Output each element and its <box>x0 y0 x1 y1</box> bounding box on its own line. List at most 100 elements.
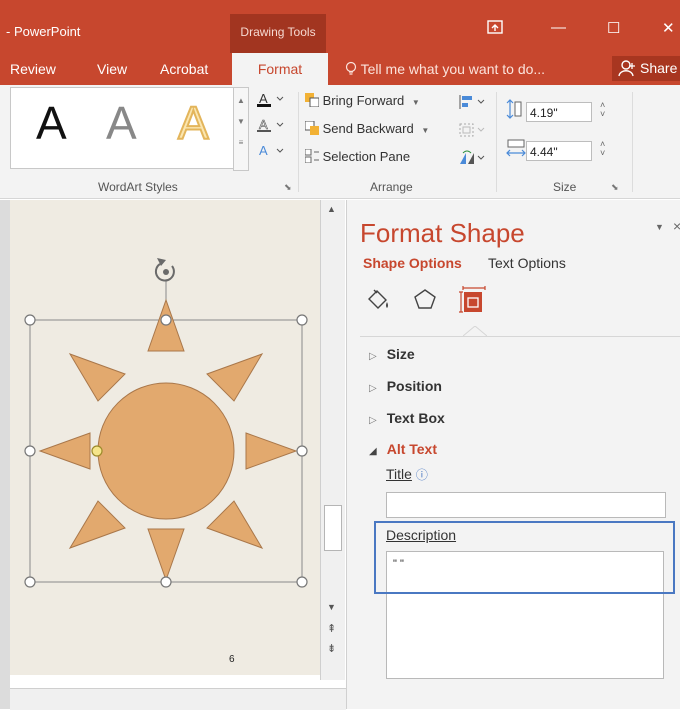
maximize-button[interactable]: ☐ <box>607 19 620 37</box>
person-icon <box>618 59 636 80</box>
scroll-down-icon[interactable]: ▼ <box>327 602 336 612</box>
group-divider <box>496 92 497 192</box>
tab-acrobat[interactable]: Acrobat <box>160 61 208 77</box>
lightbulb-icon <box>345 61 361 77</box>
share-button[interactable]: Share <box>612 56 680 81</box>
shape-width-input[interactable]: 4.44" <box>526 141 592 161</box>
send-backward-label: Send Backward <box>322 121 414 136</box>
handle-bottom <box>160 576 172 588</box>
expand-arrow-icon: ▷ <box>369 351 377 362</box>
rotate-handle-icon[interactable] <box>154 258 175 282</box>
dialog-launcher-icon[interactable]: ⬊ <box>611 182 619 193</box>
info-icon[interactable]: ⓘ <box>416 468 428 482</box>
pane-options-chevron-icon[interactable]: ▼ <box>655 222 664 232</box>
scrollbar-thumb[interactable] <box>324 505 342 551</box>
effects-icon[interactable] <box>412 287 438 314</box>
tab-format[interactable]: Format <box>232 53 328 85</box>
expand-arrow-icon: ▷ <box>369 415 377 426</box>
next-slide-icon[interactable]: ⇟ <box>327 642 336 655</box>
app-title: - PowerPoint <box>6 24 81 39</box>
section-text-box[interactable]: ▷ Text Box <box>369 410 445 426</box>
width-spinner[interactable]: ˄ ˅ <box>600 140 605 158</box>
wordart-style-black[interactable]: A <box>36 96 67 150</box>
wordart-style-gray[interactable]: A <box>106 96 137 150</box>
context-group-label: Drawing Tools <box>240 25 316 39</box>
ribbon-display-options-icon[interactable] <box>487 20 503 38</box>
selection-pane-icon <box>304 148 319 164</box>
rotate-button[interactable] <box>458 149 488 170</box>
svg-text:A: A <box>259 143 268 158</box>
share-label: Share <box>640 60 678 76</box>
wordart-style-gold-outline[interactable]: A <box>177 96 210 150</box>
size-group-label: Size <box>553 180 577 194</box>
pane-divider <box>360 336 680 337</box>
expand-arrow-icon: ▷ <box>369 383 377 394</box>
previous-slide-icon[interactable]: ⇞ <box>327 622 336 635</box>
alt-title-input[interactable] <box>386 492 666 518</box>
sun-ray-bottom-left <box>68 500 126 549</box>
highlight-box <box>374 521 675 594</box>
tab-text-options[interactable]: Text Options <box>488 255 566 271</box>
text-outline-button[interactable]: A <box>256 117 286 136</box>
sun-ray-left <box>38 432 91 470</box>
chevron-down-icon: ▼ <box>421 126 430 135</box>
align-button[interactable] <box>458 93 488 114</box>
scroll-up-icon[interactable]: ▲ <box>327 204 336 214</box>
slide-page-number: 6 <box>229 654 235 665</box>
selection-pane-button[interactable]: Selection Pane <box>304 148 410 164</box>
height-spinner[interactable]: ˄ ˅ <box>600 101 605 119</box>
send-backward-button[interactable]: Send Backward ▼ <box>304 120 430 136</box>
close-button[interactable]: ✕ <box>662 19 675 37</box>
handle-bottom-right <box>296 576 308 588</box>
section-position-label: Position <box>386 378 442 394</box>
context-group-drawing-tools: Drawing Tools <box>230 14 326 54</box>
section-text-box-label: Text Box <box>386 410 445 426</box>
svg-text:A: A <box>259 117 268 132</box>
minimize-button[interactable]: — <box>551 19 566 36</box>
arrange-group-label: Arrange <box>370 180 413 194</box>
tell-me-text: Tell me what you want to do... <box>360 61 546 77</box>
text-fill-button[interactable]: A <box>256 91 286 110</box>
tab-shape-options[interactable]: Shape Options <box>363 255 462 271</box>
handle-bottom-left <box>24 576 36 588</box>
handle-top-right <box>296 314 308 326</box>
bring-forward-icon <box>305 93 320 108</box>
tab-review[interactable]: Review <box>10 61 56 77</box>
gallery-up-icon[interactable]: ▲ <box>234 96 248 105</box>
gallery-more-icon[interactable]: ≡ <box>234 138 248 147</box>
gallery-down-icon[interactable]: ▼ <box>234 117 248 126</box>
sun-ray-bottom-right <box>206 500 264 549</box>
send-backward-icon <box>304 120 319 136</box>
title-bar: - PowerPoint <box>0 0 680 53</box>
section-size-label: Size <box>386 346 415 362</box>
sun-ray-top-left <box>68 353 126 402</box>
group-divider <box>298 92 299 192</box>
sun-shape-svg[interactable] <box>0 200 330 690</box>
pane-close-icon[interactable]: × <box>673 218 680 234</box>
section-position[interactable]: ▷ Position <box>369 378 442 394</box>
size-properties-icon[interactable] <box>459 286 489 317</box>
shape-height-icon <box>505 98 523 123</box>
handle-top <box>160 314 172 326</box>
wordart-styles-group-label: WordArt Styles <box>98 180 178 194</box>
gallery-scroll[interactable]: ▲ ▼ ≡ <box>233 87 249 171</box>
shape-height-input[interactable]: 4.19" <box>526 102 592 122</box>
section-size[interactable]: ▷ Size <box>369 346 415 362</box>
text-effects-button[interactable]: A <box>256 143 286 162</box>
collapse-arrow-icon: ◢ <box>369 446 377 457</box>
bring-forward-button[interactable]: Bring Forward ▼ <box>305 93 420 108</box>
dialog-launcher-icon[interactable]: ⬊ <box>284 182 292 193</box>
pane-title: Format Shape <box>360 218 525 248</box>
section-alt-text[interactable]: ◢ Alt Text <box>369 441 437 457</box>
sun-shape[interactable] <box>38 298 298 582</box>
horizontal-scrollbar[interactable] <box>10 688 346 710</box>
tab-view[interactable]: View <box>97 61 127 77</box>
handle-left <box>24 445 36 457</box>
sun-ray-right <box>245 432 298 470</box>
group-objects-button <box>458 121 488 142</box>
tell-me-search[interactable]: Tell me what you want to do... <box>345 61 545 77</box>
active-tab-notch <box>462 325 488 341</box>
fill-line-icon[interactable] <box>365 287 391 314</box>
adjustment-handle <box>91 445 103 457</box>
svg-text:A: A <box>259 91 268 106</box>
